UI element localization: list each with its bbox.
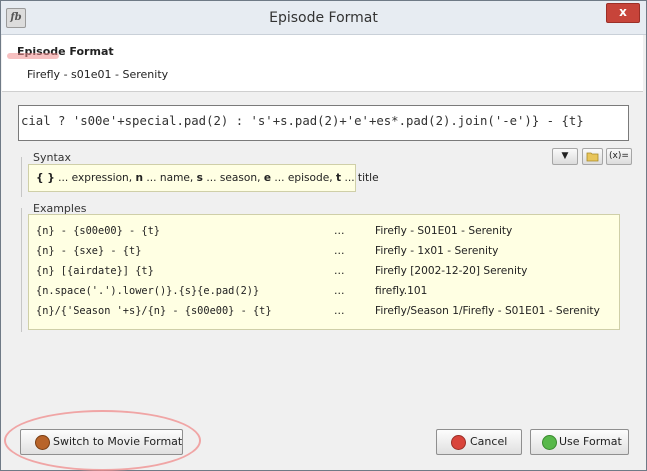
- examples-group-line: [21, 208, 22, 332]
- example-row[interactable]: {n} - {s00e00} - {t} ... Firefly - S01E0…: [29, 221, 619, 241]
- syntax-braces: { }: [36, 172, 55, 184]
- syntax-desc: ... name,: [143, 172, 197, 184]
- use-format-button-label: Use Format: [559, 435, 622, 448]
- ok-icon: [542, 435, 557, 450]
- annotation-underline: [7, 53, 59, 59]
- example-expression[interactable]: {n} - {s00e00} - {t}: [36, 225, 160, 237]
- example-expression[interactable]: {n} [{airdate}] {t}: [36, 265, 154, 277]
- example-row[interactable]: {n} [{airdate}] {t} ... Firefly [2002-12…: [29, 261, 619, 281]
- example-row[interactable]: {n.space('.').lower()}.{s}{e.pad(2)} ...…: [29, 281, 619, 301]
- example-result: Firefly [2002-12-20] Serenity: [375, 265, 528, 277]
- example-result: firefly.101: [375, 285, 428, 297]
- syntax-desc: ... title: [341, 172, 379, 184]
- chevron-down-icon: ▼: [561, 151, 569, 161]
- example-result: Firefly/Season 1/Firefly - S01E01 - Sere…: [375, 305, 600, 317]
- format-expression-text: cial ? 's00e'+special.pad(2) : 's'+s.pad…: [21, 114, 584, 128]
- cancel-button-label: Cancel: [470, 435, 508, 448]
- header-subtitle: Firefly - s01e01 - Serenity: [27, 68, 169, 81]
- cancel-icon: [451, 435, 466, 450]
- example-separator: ...: [334, 224, 345, 237]
- syntax-group-line: [21, 157, 22, 197]
- syntax-desc: ... episode,: [271, 172, 337, 184]
- example-result: Firefly - S01E01 - Serenity: [375, 225, 513, 237]
- syntax-label: Syntax: [33, 151, 72, 164]
- example-row[interactable]: {n}/{'Season '+s}/{n} - {s00e00} - {t} .…: [29, 301, 619, 321]
- function-button[interactable]: (x)=: [606, 148, 632, 165]
- examples-box: {n} - {s00e00} - {t} ... Firefly - S01E0…: [28, 214, 620, 330]
- syntax-desc: ... expression,: [54, 172, 136, 184]
- syntax-help-box: { } ... expression, n ... name, s ... se…: [28, 164, 379, 192]
- syntax-desc: ... season,: [202, 172, 264, 184]
- example-expression[interactable]: {n} - {sxe} - {t}: [36, 245, 141, 257]
- close-button[interactable]: x: [606, 3, 640, 23]
- use-format-button[interactable]: Use Format: [530, 429, 629, 455]
- open-folder-button[interactable]: [582, 148, 603, 165]
- example-row[interactable]: {n} - {sxe} - {t} ... Firefly - 1x01 - S…: [29, 241, 619, 261]
- example-expression[interactable]: {n}/{'Season '+s}/{n} - {s00e00} - {t}: [36, 305, 272, 317]
- annotation-circle: [4, 410, 201, 471]
- example-separator: ...: [334, 244, 345, 257]
- format-expression-input[interactable]: cial ? 's00e'+special.pad(2) : 's'+s.pad…: [18, 105, 629, 141]
- folder-icon: [586, 152, 599, 162]
- example-separator: ...: [334, 284, 345, 297]
- example-separator: ...: [334, 264, 345, 277]
- syntax-key: e: [263, 172, 271, 184]
- syntax-key: n: [135, 172, 144, 184]
- example-separator: ...: [334, 304, 345, 317]
- dropdown-button[interactable]: ▼: [552, 148, 578, 165]
- title-bar[interactable]: fb Episode Format x: [1, 1, 646, 35]
- header-panel: Episode Format Firefly - s01e01 - Sereni…: [2, 35, 643, 92]
- example-expression[interactable]: {n.space('.').lower()}.{s}{e.pad(2)}: [36, 285, 259, 297]
- function-icon: (x)=: [609, 151, 629, 161]
- cancel-button[interactable]: Cancel: [436, 429, 522, 455]
- syntax-help-text: { } ... expression, n ... name, s ... se…: [36, 172, 379, 184]
- window-title: Episode Format: [269, 10, 378, 26]
- example-result: Firefly - 1x01 - Serenity: [375, 245, 499, 257]
- episode-format-dialog: fb Episode Format x Episode Format Firef…: [0, 0, 647, 471]
